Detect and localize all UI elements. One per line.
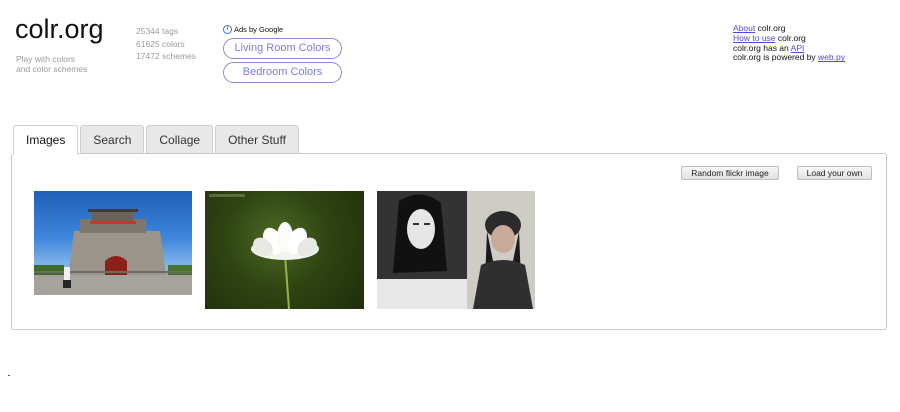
about-link[interactable]: About bbox=[733, 23, 755, 33]
info-icon[interactable]: i bbox=[223, 24, 232, 34]
about-text: colr.org bbox=[755, 23, 786, 33]
how-to-use-link[interactable]: How to use bbox=[733, 33, 776, 43]
google-ads: i Ads by Google Living Room Colors Bedro… bbox=[223, 23, 342, 83]
ads-label[interactable]: i Ads by Google bbox=[223, 23, 342, 35]
stray-dot bbox=[8, 375, 10, 376]
ad-bedroom-colors-button[interactable]: Bedroom Colors bbox=[223, 62, 342, 83]
about-links: About colr.org How to use colr.org colr.… bbox=[733, 23, 845, 63]
tab-other-stuff[interactable]: Other Stuff bbox=[215, 125, 299, 153]
stat-schemes: 17472 schemes bbox=[136, 51, 197, 61]
bell-tower-illustration bbox=[34, 209, 192, 295]
powered-by-text: colr.org is powered by bbox=[733, 52, 819, 63]
site-tagline: Play with colors and color schemes bbox=[16, 54, 87, 74]
api-link[interactable]: API bbox=[791, 43, 805, 53]
how-to-use-text: colr.org bbox=[775, 32, 806, 43]
tagline-line-1: Play with colors bbox=[16, 54, 76, 64]
stat-tags: 25344 tags bbox=[136, 26, 179, 36]
tab-images[interactable]: Images bbox=[13, 125, 79, 154]
powered-by-line: colr.org is powered by web.py bbox=[733, 52, 845, 63]
ads-by-google-text[interactable]: Ads by Google bbox=[234, 25, 283, 34]
api-text: colr.org has an bbox=[733, 42, 791, 53]
tab-bar: Images Search Collage Other Stuff bbox=[13, 125, 301, 154]
bell-tower-photo[interactable] bbox=[34, 191, 192, 295]
load-your-own-button[interactable]: Load your own bbox=[797, 166, 872, 180]
dark-haired-figures-photo[interactable] bbox=[377, 191, 535, 309]
site-logo[interactable]: colr.org bbox=[15, 14, 104, 45]
tab-search[interactable]: Search bbox=[80, 125, 145, 153]
stat-colors: 61625 colors bbox=[136, 38, 185, 49]
white-flower-illustration bbox=[209, 194, 319, 309]
dark-haired-figures-illustration bbox=[377, 191, 535, 309]
tab-collage[interactable]: Collage bbox=[146, 125, 214, 153]
site-stats: 25344 tags 61625 colors 17472 schemes bbox=[136, 25, 196, 63]
images-panel: Random flickr image Load your own bbox=[11, 153, 887, 330]
white-flower-photo[interactable] bbox=[205, 191, 364, 309]
random-flickr-image-button[interactable]: Random flickr image bbox=[681, 166, 779, 180]
tagline-line-2: and color schemes bbox=[16, 64, 88, 74]
webpy-link[interactable]: web.py bbox=[818, 52, 845, 62]
ad-living-room-colors-button[interactable]: Living Room Colors bbox=[223, 38, 342, 59]
